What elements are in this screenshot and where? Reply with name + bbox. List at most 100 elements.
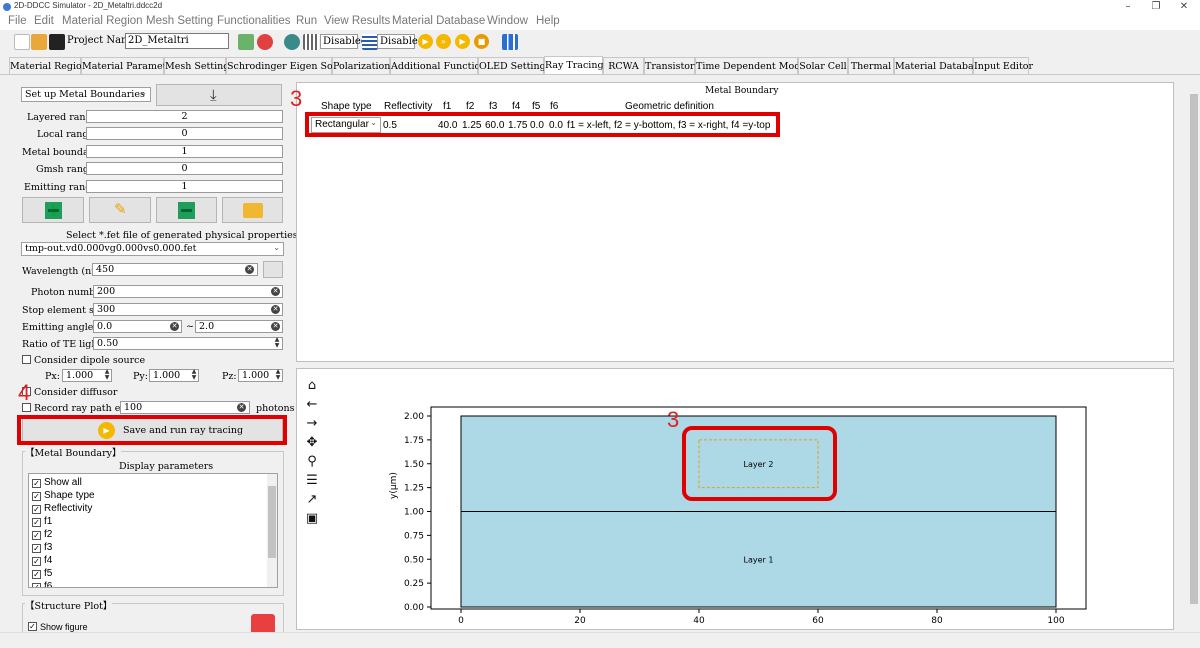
param-checkbox[interactable]: ✓ (32, 531, 41, 540)
angle-min-input[interactable]: 0.0 (93, 320, 182, 333)
open-folder-icon[interactable] (31, 34, 47, 50)
download-button[interactable]: ⤓ (156, 84, 282, 106)
wavelength-input[interactable]: 450 (92, 263, 258, 276)
minimize-button[interactable]: – (1114, 0, 1142, 14)
param-checkbox[interactable]: ✓ (32, 479, 41, 488)
fet-file-combo[interactable]: tmp-out.vd0.000vg0.000vs0.000.fet ⌄ (21, 242, 284, 256)
wavelength-picker-button[interactable] (263, 261, 283, 278)
menu-run[interactable]: Run (296, 15, 317, 27)
run-all-icon[interactable]: » (436, 34, 451, 49)
close-button[interactable]: ✕ (1170, 0, 1198, 14)
tab-polarization[interactable]: Polarization (332, 57, 390, 75)
te-ratio-input[interactable]: 0.50 (93, 337, 283, 350)
tab-mesh-setting[interactable]: Mesh Setting (164, 57, 229, 75)
show-figure-checkbox[interactable]: ✓ (28, 622, 37, 631)
tab-additional-functions[interactable]: Additional Functions (390, 57, 491, 75)
tab-material-database[interactable]: Material Database (894, 57, 984, 75)
param-item[interactable]: ✓ Shape type (32, 490, 95, 503)
param-checkbox[interactable]: ✓ (32, 492, 41, 501)
tab-oled-setting[interactable]: OLED Setting (478, 57, 546, 75)
tab-material-region[interactable]: Material Region (9, 57, 88, 75)
list-icon[interactable] (362, 34, 378, 50)
clear-icon[interactable]: ✕ (271, 322, 280, 331)
tab-solar-cell[interactable]: Solar Cell (798, 57, 848, 75)
refresh-icon[interactable] (257, 34, 273, 50)
stop-step-input[interactable]: 300 (93, 303, 283, 316)
menu-window[interactable]: Window (487, 15, 528, 27)
remove-button[interactable] (156, 197, 217, 223)
param-checkbox[interactable]: ✓ (32, 570, 41, 579)
clear-icon[interactable]: ✕ (245, 265, 254, 274)
y-tick-label: 0.00 (404, 603, 424, 613)
new-file-icon[interactable] (14, 34, 30, 50)
params-scrollbar[interactable] (267, 474, 277, 587)
chart-icon[interactable] (502, 34, 518, 50)
clear-icon[interactable]: ✕ (237, 403, 246, 412)
menu-file[interactable]: File (8, 15, 27, 27)
stop-icon[interactable]: ■ (474, 34, 489, 49)
edit-button[interactable]: ✎ (89, 197, 151, 223)
spinner-icon[interactable]: ▲ ▼ (103, 369, 111, 381)
run-script-icon[interactable]: ▶ (455, 34, 470, 49)
emitting-range-input[interactable]: 1 (86, 180, 283, 193)
metal-boundary-input[interactable]: 1 (86, 145, 283, 158)
record-input[interactable]: 100 (120, 401, 250, 414)
run-icon[interactable]: ▶ (418, 34, 433, 49)
settings-icon[interactable] (284, 34, 300, 50)
tab-transistor[interactable]: Transistor (644, 57, 695, 75)
menu-functionalities[interactable]: Functionalities (217, 15, 291, 27)
param-item[interactable]: ✓ f1 (32, 516, 52, 529)
refresh-plot-icon[interactable] (251, 614, 275, 634)
open-folder-button[interactable] (222, 197, 283, 223)
menu-material-database[interactable]: Material Database (392, 15, 485, 27)
menu-material-region[interactable]: Material Region (62, 15, 143, 27)
tab-schrodinger[interactable]: Schrodinger Eigen Solver (226, 57, 351, 75)
y-tick-label: 2.00 (404, 412, 424, 422)
tab-ray-tracing[interactable]: Ray Tracing (544, 56, 604, 75)
param-item[interactable]: ✓ f2 (32, 529, 52, 542)
clear-icon[interactable]: ✕ (271, 287, 280, 296)
add-button[interactable] (22, 197, 84, 223)
image-icon[interactable] (238, 34, 254, 50)
tab-rcwa[interactable]: RCWA (603, 57, 644, 75)
scrollbar-thumb[interactable] (1190, 94, 1198, 604)
save-icon[interactable] (49, 34, 65, 50)
gmsh-range-input[interactable]: 0 (86, 162, 283, 175)
angle-max-input[interactable]: 2.0 (195, 320, 283, 333)
param-item[interactable]: ✓ Show all (32, 477, 82, 490)
param-checkbox[interactable]: ✓ (32, 583, 41, 587)
spinner-icon[interactable]: ▲ ▼ (273, 337, 281, 349)
spinner-icon[interactable]: ▲ ▼ (274, 369, 282, 381)
param-item[interactable]: ✓ Reflectivity (32, 503, 92, 516)
tab-material-parameter[interactable]: Material Parameter (81, 57, 177, 75)
tab-time-dependent[interactable]: Time Dependent Module (695, 57, 815, 75)
main-scrollbar[interactable] (1188, 80, 1200, 632)
param-item[interactable]: ✓ f4 (32, 555, 52, 568)
dipole-checkbox[interactable] (22, 355, 31, 364)
restore-button[interactable]: ❐ (1142, 0, 1170, 14)
setup-combo[interactable]: Set up Metal Boundaries ⌄ (21, 87, 151, 102)
project-name-input[interactable]: 2D_Metaltri (125, 33, 229, 49)
clear-icon[interactable]: ✕ (271, 305, 280, 314)
tab-thermal[interactable]: Thermal (848, 57, 894, 75)
param-item[interactable]: ✓ f6 (32, 581, 52, 587)
local-range-input[interactable]: 0 (86, 127, 283, 140)
y-tick-label: 0.75 (404, 531, 424, 541)
param-item[interactable]: ✓ f3 (32, 542, 52, 555)
param-checkbox[interactable]: ✓ (32, 557, 41, 566)
param-item[interactable]: ✓ f5 (32, 568, 52, 581)
menu-help[interactable]: Help (536, 15, 560, 27)
menu-view-results[interactable]: View Results (324, 15, 390, 27)
param-checkbox[interactable]: ✓ (32, 518, 41, 527)
photon-number-input[interactable]: 200 (93, 285, 283, 298)
grid-icon[interactable] (303, 34, 319, 50)
param-label: f2 (44, 529, 53, 540)
param-checkbox[interactable]: ✓ (32, 544, 41, 553)
layered-range-input[interactable]: 2 (86, 110, 283, 123)
menu-edit[interactable]: Edit (34, 15, 54, 27)
clear-icon[interactable]: ✕ (170, 322, 179, 331)
spinner-icon[interactable]: ▲ ▼ (190, 369, 198, 381)
menu-mesh-setting[interactable]: Mesh Setting (146, 15, 213, 27)
param-checkbox[interactable]: ✓ (32, 505, 41, 514)
tab-input-editor[interactable]: Input Editor (973, 57, 1033, 75)
